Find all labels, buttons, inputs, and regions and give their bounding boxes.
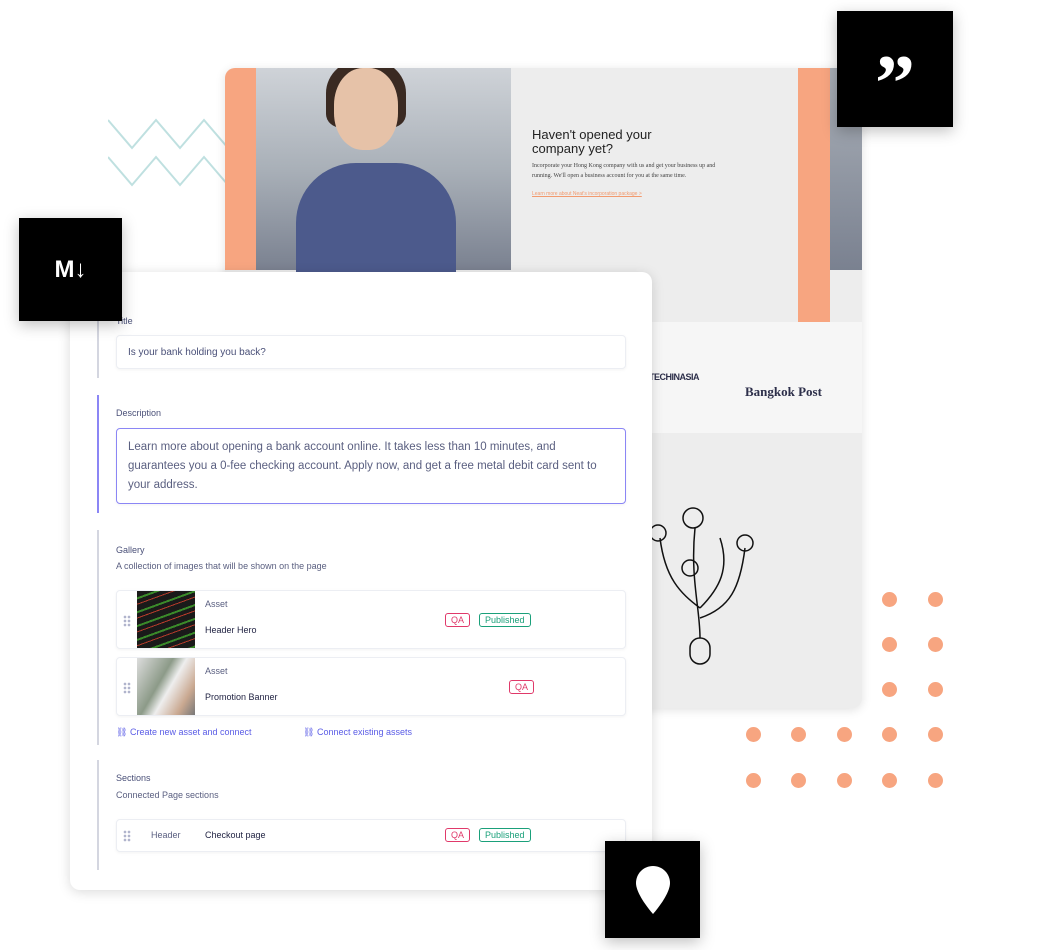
- hero-link[interactable]: Learn more about Neat's incorporation pa…: [532, 191, 642, 197]
- gallery-subtitle: A collection of images that will be show…: [116, 561, 327, 571]
- asset-thumbnail: [137, 658, 195, 715]
- published-badge: Published: [479, 828, 531, 842]
- gallery-label: Gallery: [116, 545, 145, 555]
- section-name: Checkout page: [205, 830, 266, 840]
- drag-handle-icon[interactable]: [123, 682, 131, 694]
- quote-icon: ”: [837, 11, 953, 128]
- hero-text: Incorporate your Hong Kong company with …: [532, 163, 716, 179]
- asset-kind: Asset: [205, 599, 228, 609]
- accent-strip-right: [798, 68, 830, 322]
- sections-subtitle: Connected Page sections: [116, 790, 219, 800]
- location-pin-icon: [605, 841, 700, 938]
- asset-kind: Asset: [205, 666, 228, 676]
- asset-name: Promotion Banner: [205, 692, 278, 702]
- qa-badge: QA: [509, 680, 535, 694]
- asset-thumbnail: [137, 591, 195, 648]
- section-item[interactable]: Header Checkout page QA Published: [116, 819, 626, 852]
- money-plant-illustration: [650, 507, 754, 665]
- logo-bangkok-post: Bangkok Post: [745, 384, 822, 399]
- drag-handle-icon[interactable]: [123, 830, 131, 842]
- description-label: Description: [116, 408, 162, 418]
- markdown-icon: M↓: [19, 218, 122, 321]
- qa-badge: QA: [445, 613, 471, 627]
- create-asset-link[interactable]: ⛓ Create new asset and connect: [116, 727, 252, 738]
- accent-strip: [225, 68, 256, 270]
- published-badge: Published: [479, 613, 531, 627]
- content-form-panel: Title Is your bank holding you back? Des…: [70, 272, 652, 890]
- gallery-item[interactable]: Asset Promotion Banner QA: [116, 657, 626, 716]
- link-icon: ⛓: [303, 727, 315, 737]
- title-input[interactable]: Is your bank holding you back?: [116, 335, 626, 369]
- section-kind: Header: [151, 830, 181, 840]
- logo-techinasia: TECHINASIA: [649, 372, 700, 382]
- hero-title: Haven't opened your company yet?: [532, 127, 652, 156]
- connect-assets-link[interactable]: ⛓ Connect existing assets: [303, 727, 412, 738]
- connect-assets-label: Connect existing assets: [316, 727, 413, 737]
- gallery-item[interactable]: Asset Header Hero QA Published: [116, 590, 626, 649]
- drag-handle-icon[interactable]: [123, 615, 131, 627]
- sections-label: Sections: [116, 773, 151, 783]
- description-textarea[interactable]: Learn more about opening a bank account …: [116, 428, 626, 504]
- link-icon: ⛓: [116, 727, 128, 737]
- hero-photo: [256, 68, 511, 273]
- create-asset-label: Create new asset and connect: [129, 727, 252, 737]
- asset-name: Header Hero: [205, 625, 257, 635]
- qa-badge: QA: [445, 828, 471, 842]
